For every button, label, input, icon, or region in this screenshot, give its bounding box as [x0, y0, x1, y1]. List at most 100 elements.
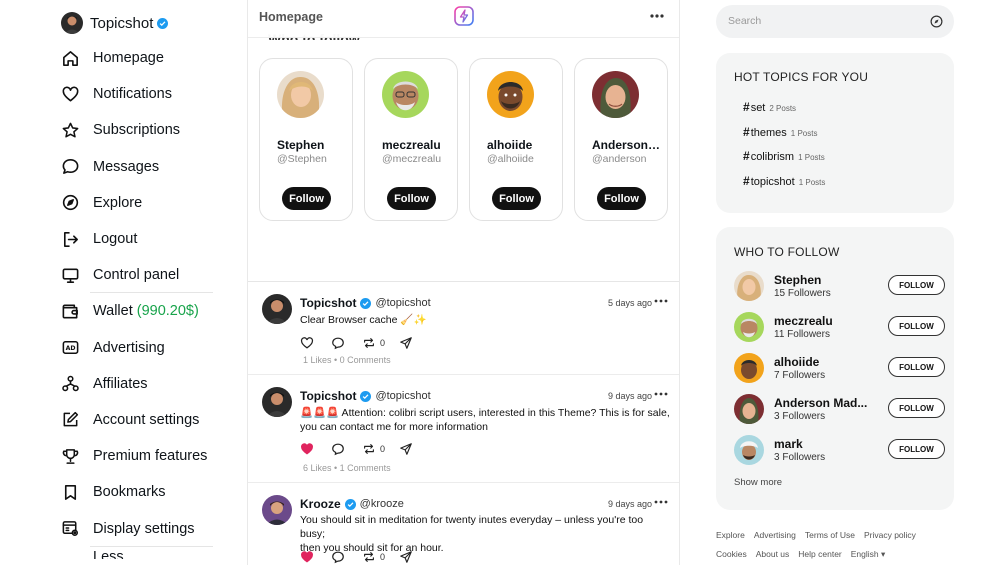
comment-icon[interactable]	[331, 550, 345, 564]
post[interactable]: Krooze @krooze 9 days ago You should sit…	[248, 483, 679, 565]
footer-link-help[interactable]: Help center	[798, 549, 841, 560]
follow-button[interactable]: Follow	[282, 187, 331, 210]
follow-button[interactable]: FOLLOW	[888, 275, 945, 295]
profile-brand[interactable]: Topicshot	[61, 12, 169, 34]
app-logo-icon[interactable]	[454, 6, 474, 26]
post-more-icon[interactable]	[654, 389, 668, 399]
more-options-icon[interactable]	[646, 6, 668, 26]
follow-button[interactable]: FOLLOW	[888, 439, 945, 459]
nav-bookmarks[interactable]: Bookmarks	[60, 474, 215, 510]
topic-item[interactable]: # topicshot 1 Posts	[743, 174, 825, 188]
repost-icon[interactable]	[362, 442, 376, 456]
post-handle[interactable]: @krooze	[360, 498, 404, 510]
comment-icon[interactable]	[331, 336, 345, 350]
suggestion-name[interactable]: meczrealu	[774, 314, 833, 328]
post-more-icon[interactable]	[654, 497, 668, 507]
nav-advertising[interactable]: AD Advertising	[60, 330, 215, 366]
footer-link-about[interactable]: About us	[756, 549, 790, 560]
repost-icon[interactable]	[362, 550, 376, 564]
avatar[interactable]	[262, 495, 292, 525]
post-time[interactable]: 5 days ago	[608, 298, 652, 308]
profile-avatar[interactable]	[61, 12, 83, 34]
follow-button[interactable]: FOLLOW	[888, 357, 945, 377]
like-icon-filled[interactable]	[300, 550, 314, 564]
nav-display-settings[interactable]: Display settings	[60, 510, 215, 547]
nav-messages[interactable]: Messages	[60, 149, 215, 185]
avatar[interactable]	[734, 394, 764, 424]
topic-name[interactable]: topicshot	[751, 176, 795, 188]
post[interactable]: Topicshot @topicshot 5 days ago Clear Br…	[248, 282, 679, 375]
show-more-link[interactable]: Show more	[734, 477, 782, 488]
post-author[interactable]: Topicshot	[300, 296, 356, 310]
share-icon[interactable]	[399, 550, 413, 564]
compass-icon[interactable]	[930, 15, 943, 28]
suggestion-name[interactable]: Stephen	[774, 273, 821, 287]
suggestion-name[interactable]: mark	[774, 437, 803, 451]
topic-item[interactable]: # colibrism 1 Posts	[743, 149, 825, 163]
suggestion-name[interactable]: alhoiide	[774, 355, 819, 369]
footer-link-advertising[interactable]: Advertising	[754, 530, 796, 540]
avatar[interactable]	[734, 435, 764, 465]
share-icon[interactable]	[399, 442, 413, 456]
nav-explore[interactable]: Explore	[60, 185, 215, 221]
topic-name[interactable]: set	[751, 102, 766, 114]
follow-button[interactable]: FOLLOW	[888, 316, 945, 336]
post-stats[interactable]: 1 Likes • 0 Comments	[303, 355, 391, 365]
nav-subscriptions[interactable]: Subscriptions	[60, 112, 215, 148]
nav-less[interactable]: Less	[60, 547, 215, 559]
post-time[interactable]: 9 days ago	[608, 499, 652, 509]
comment-icon[interactable]	[331, 442, 345, 456]
suggestion-card[interactable]: Anderson Madsen @anderson Follow	[574, 58, 668, 221]
language-select[interactable]: English ▾	[851, 549, 886, 560]
topic-item[interactable]: # set 2 Posts	[743, 100, 796, 114]
avatar[interactable]	[734, 353, 764, 383]
post[interactable]: Topicshot @topicshot 9 days ago 🚨🚨🚨 Atte…	[248, 375, 679, 483]
nav-premium-features[interactable]: Premium features	[60, 438, 215, 474]
avatar[interactable]	[734, 312, 764, 342]
nav-wallet[interactable]: Wallet (990.20$)	[60, 293, 215, 329]
like-icon-filled[interactable]	[300, 442, 314, 456]
footer-link-privacy[interactable]: Privacy policy	[864, 530, 916, 540]
nav-homepage[interactable]: Homepage	[60, 40, 215, 76]
brand-name[interactable]: Topicshot	[90, 15, 153, 32]
post-stats[interactable]: 6 Likes • 1 Comments	[303, 463, 391, 473]
avatar[interactable]	[262, 387, 292, 417]
follow-button[interactable]: Follow	[492, 187, 541, 210]
post-time[interactable]: 9 days ago	[608, 391, 652, 401]
footer-link-explore[interactable]: Explore	[716, 530, 745, 540]
like-icon[interactable]	[300, 336, 314, 350]
post-handle[interactable]: @topicshot	[375, 297, 430, 309]
search-bar[interactable]: Search	[716, 5, 954, 38]
share-icon[interactable]	[399, 336, 413, 350]
suggestion-card[interactable]: alhoiide @alhoiide Follow	[469, 58, 563, 221]
post-author[interactable]: Krooze	[300, 497, 341, 511]
follow-button[interactable]: Follow	[387, 187, 436, 210]
avatar[interactable]	[487, 71, 534, 118]
topic-name[interactable]: themes	[751, 127, 787, 139]
avatar[interactable]	[382, 71, 429, 118]
search-input[interactable]: Search	[728, 15, 761, 27]
post-author[interactable]: Topicshot	[300, 389, 356, 403]
nav-affiliates[interactable]: Affiliates	[60, 366, 215, 402]
follow-button[interactable]: FOLLOW	[888, 398, 945, 418]
avatar[interactable]	[734, 271, 764, 301]
avatar[interactable]	[277, 71, 324, 118]
post-handle[interactable]: @topicshot	[375, 390, 430, 402]
follow-button[interactable]: Follow	[597, 187, 646, 210]
topic-name[interactable]: colibrism	[751, 151, 794, 163]
post-more-icon[interactable]	[654, 296, 668, 306]
topic-item[interactable]: # themes 1 Posts	[743, 125, 817, 139]
footer-link-terms[interactable]: Terms of Use	[805, 530, 855, 540]
avatar[interactable]	[262, 294, 292, 324]
suggestion-card[interactable]: Stephen @Stephen Follow	[259, 58, 353, 221]
suggestion-card[interactable]: meczrealu @meczrealu Follow	[364, 58, 458, 221]
footer-link-cookies[interactable]: Cookies	[716, 549, 747, 560]
nav-logout[interactable]: Logout	[60, 221, 215, 257]
repost-icon[interactable]	[362, 336, 376, 350]
nav-account-settings[interactable]: Account settings	[60, 402, 215, 438]
avatar[interactable]	[592, 71, 639, 118]
suggestion-name[interactable]: Anderson Mad...	[774, 396, 867, 410]
nav-control-panel[interactable]: Control panel	[60, 257, 215, 294]
verified-badge-icon	[344, 498, 356, 510]
nav-notifications[interactable]: Notifications	[60, 76, 215, 112]
